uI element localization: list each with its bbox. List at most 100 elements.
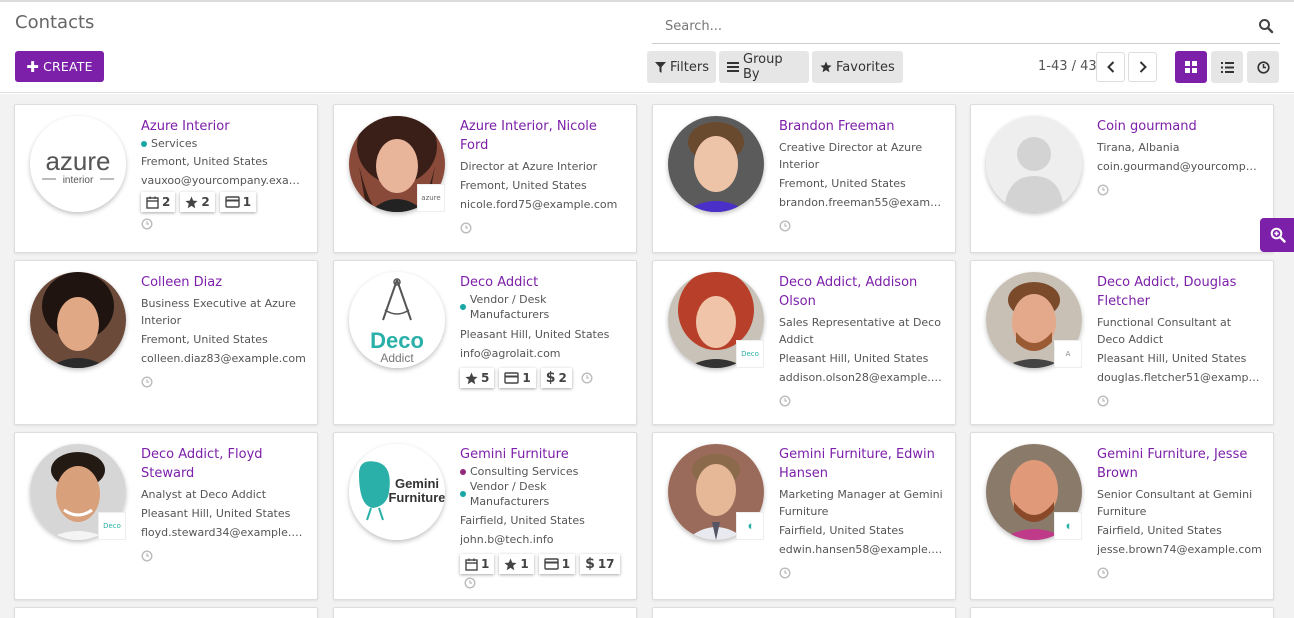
kanban-view-button[interactable] [1175, 51, 1207, 83]
pager-value[interactable]: 1-43 / 43 [1038, 59, 1097, 74]
invoices-badge[interactable]: 1 [538, 554, 576, 574]
opportunities-badge[interactable]: 5 [460, 368, 495, 388]
contact-name[interactable]: Gemini Furniture, Jesse Brown [1097, 445, 1262, 483]
search-input[interactable] [665, 19, 1245, 34]
contact-job: Business Executive at Azure Interior [141, 297, 296, 327]
company-logo: Gemini Furniture [349, 444, 445, 540]
contact-card[interactable] [970, 607, 1274, 618]
create-button[interactable]: ✚ CREATE [15, 51, 104, 82]
credit-card-icon [504, 372, 520, 384]
filters-button[interactable]: Filters [647, 51, 716, 83]
activity-clock-icon[interactable] [1097, 395, 1109, 407]
activity-clock-icon[interactable] [779, 567, 791, 579]
activity-clock-icon[interactable] [464, 577, 476, 589]
contact-job: Director at Azure Interior [460, 160, 598, 173]
contact-card[interactable]: Deco Addict Deco Addict Vendor / Desk Ma… [333, 260, 637, 425]
opportunities-badge[interactable]: 2 [180, 192, 215, 212]
contact-name[interactable]: Gemini Furniture, Edwin Hansen [779, 445, 944, 483]
invoices-badge[interactable]: 1 [499, 368, 536, 388]
favorites-button[interactable]: Favorites [812, 51, 903, 83]
plus-icon: ✚ [26, 57, 40, 76]
activity-clock-icon[interactable] [460, 222, 472, 234]
contact-name[interactable]: Coin gourmand [1097, 117, 1262, 136]
activity-clock-icon[interactable] [141, 218, 153, 230]
contact-card[interactable]: A Deco Addict, Douglas Fletcher Function… [970, 260, 1274, 425]
contact-email: jesse.brown74@example.com [1097, 543, 1262, 556]
star-icon [504, 558, 517, 570]
filter-icon [655, 61, 666, 73]
company-logo-badge: ◖ [1054, 512, 1082, 540]
group-by-label: Group By [743, 52, 783, 82]
group-by-button[interactable]: Group By [719, 51, 809, 83]
opportunities-badge[interactable]: 1 [499, 554, 534, 574]
contact-location: Pleasant Hill, United States [779, 352, 929, 365]
company-logo-badge: A [1054, 340, 1082, 368]
contact-name[interactable]: Colleen Diaz [141, 273, 306, 292]
contact-name[interactable]: Deco Addict, Douglas Fletcher [1097, 273, 1262, 311]
logo-text: azure [45, 146, 110, 176]
contact-name[interactable]: Deco Addict [460, 273, 625, 292]
search-icon[interactable] [1258, 18, 1274, 34]
calendar-icon [146, 196, 159, 209]
contact-name[interactable]: Azure Interior [141, 117, 306, 136]
contact-card[interactable]: Deco Deco Addict, Addison Olson Sales Re… [652, 260, 956, 425]
list-view-button[interactable] [1211, 51, 1243, 83]
contact-job: Marketing Manager at Gemini Furniture [779, 488, 943, 518]
contact-card[interactable]: Colleen Diaz Business Executive at Azure… [14, 260, 318, 425]
contact-name[interactable]: Deco Addict, Floyd Steward [141, 445, 306, 483]
contact-job: Senior Consultant at Gemini Furniture [1097, 488, 1253, 518]
meetings-badge[interactable]: 1 [460, 554, 495, 574]
contact-card[interactable]: azure Azure Interior, Nicole Ford Direct… [333, 104, 637, 253]
kanban-view: azure interior Azure Interior Services F… [0, 94, 1294, 618]
contact-email: brandon.freeman55@exampl... [779, 196, 944, 209]
activity-clock-icon[interactable] [1097, 184, 1109, 196]
contact-card[interactable] [333, 607, 637, 618]
star-icon [820, 61, 832, 73]
zoom-button[interactable] [1260, 218, 1294, 252]
chevron-right-icon [1139, 61, 1147, 73]
star-icon [465, 372, 478, 384]
pager-previous-button[interactable] [1096, 52, 1125, 82]
contact-name[interactable]: Deco Addict, Addison Olson [779, 273, 944, 311]
create-label: CREATE [43, 59, 93, 74]
contact-card[interactable]: Deco Deco Addict, Floyd Steward Analyst … [14, 432, 318, 600]
contact-location: Pleasant Hill, United States [460, 328, 610, 341]
meetings-badge[interactable]: 2 [141, 192, 176, 212]
contact-card[interactable]: Coin gourmand Tirana, Albania coin.gourm… [970, 104, 1274, 253]
contact-card[interactable]: ◖ Gemini Furniture, Jesse Brown Senior C… [970, 432, 1274, 600]
sales-badge[interactable]: $ 17 [580, 554, 620, 574]
contact-job: Sales Representative at Deco Addict [779, 316, 941, 346]
activity-clock-icon[interactable] [581, 372, 593, 384]
activity-view-button[interactable] [1247, 51, 1279, 83]
contact-job: Functional Consultant at Deco Addict [1097, 316, 1232, 346]
sales-badge[interactable]: $ 2 [540, 368, 572, 388]
chevron-left-icon [1106, 61, 1114, 73]
contact-location: Pleasant Hill, United States [1097, 352, 1247, 365]
contact-card[interactable]: azure interior Azure Interior Services F… [14, 104, 318, 253]
activity-clock-icon[interactable] [141, 376, 153, 388]
activity-clock-icon[interactable] [779, 395, 791, 407]
activity-clock-icon[interactable] [141, 550, 153, 562]
calendar-icon [465, 558, 478, 571]
contact-email: colleen.diaz83@example.com [141, 352, 306, 365]
contact-name[interactable]: Azure Interior, Nicole Ford [460, 117, 625, 155]
invoices-badge[interactable]: 1 [219, 192, 257, 212]
contact-card[interactable]: Gemini Furniture Gemini Furniture Consul… [333, 432, 637, 600]
dollar-icon: $ [545, 370, 556, 386]
contact-card[interactable]: ◖ Gemini Furniture, Edwin Hansen Marketi… [652, 432, 956, 600]
logo-subtext: Furniture [388, 490, 445, 505]
company-logo: Deco Addict [349, 272, 445, 368]
clock-icon [1256, 60, 1270, 74]
contact-card[interactable] [652, 607, 956, 618]
contact-card[interactable]: Brandon Freeman Creative Director at Azu… [652, 104, 956, 253]
activity-clock-icon[interactable] [1097, 567, 1109, 579]
pager-next-button[interactable] [1128, 52, 1157, 82]
contact-card[interactable] [14, 607, 318, 618]
search-box[interactable] [652, 12, 1280, 44]
logo-subtext: Addict [380, 351, 414, 365]
grid-icon [1185, 61, 1197, 73]
contact-name[interactable]: Gemini Furniture [460, 445, 625, 464]
activity-clock-icon[interactable] [779, 220, 791, 232]
star-icon [185, 196, 198, 208]
contact-name[interactable]: Brandon Freeman [779, 117, 944, 136]
